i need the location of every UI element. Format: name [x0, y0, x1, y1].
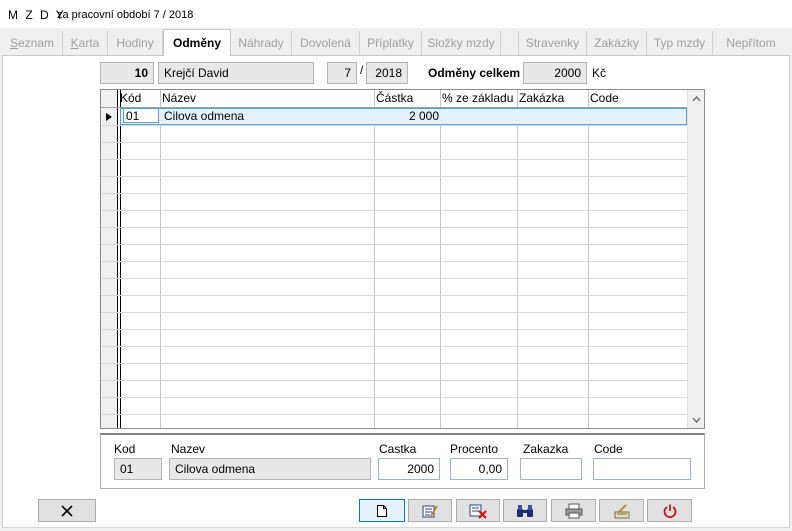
tab-karta-label: arta: [78, 36, 100, 50]
printer-icon: [565, 503, 582, 518]
edit-pen-icon: [614, 503, 629, 518]
grid-line: [101, 142, 687, 143]
search-button[interactable]: [503, 499, 547, 522]
cell-procento[interactable]: [442, 109, 446, 124]
grid-line: [517, 90, 518, 428]
cell-code[interactable]: [590, 109, 594, 124]
grid-line: [101, 380, 687, 381]
total-label: Odměny celkem: [428, 66, 521, 80]
grid-line: [101, 346, 687, 347]
detail-zakazka-label: Zakazka: [523, 442, 569, 456]
col-header-zakazka[interactable]: Zakázka: [517, 90, 564, 107]
cell-nazev[interactable]: Cilova odmena: [162, 109, 246, 124]
print-button[interactable]: [551, 499, 596, 522]
close-icon: [61, 504, 73, 517]
grid-line: [101, 159, 687, 160]
tab-nahrady[interactable]: Náhrady: [231, 31, 292, 55]
edit-list-icon: [422, 504, 438, 517]
currency-label: Kč: [592, 66, 607, 80]
cell-kod[interactable]: 01: [123, 108, 159, 123]
detail-kod-label: Kod: [114, 442, 136, 456]
title-bar: M Z D Y za pracovní období 7 / 2018: [0, 0, 792, 28]
tools-button[interactable]: [599, 499, 644, 522]
grid-line: [588, 90, 589, 428]
grid-line: [101, 176, 687, 177]
grid-line: [101, 312, 687, 313]
period-year-field: 2018: [366, 62, 408, 84]
cell-zakazka[interactable]: [519, 109, 523, 124]
power-icon: [663, 504, 676, 518]
tab-nepritom[interactable]: Nepřítom: [713, 31, 789, 55]
power-button[interactable]: [647, 499, 692, 522]
edit-record-button[interactable]: [408, 499, 452, 522]
close-button[interactable]: [38, 499, 96, 522]
grid-line: [101, 193, 687, 194]
grid-scrollbar[interactable]: [687, 90, 704, 428]
tab-dovolena[interactable]: Dovolená: [292, 31, 360, 55]
table-row[interactable]: 01 Cilova odmena 2 000: [120, 108, 687, 125]
tab-empty[interactable]: [501, 31, 519, 55]
new-record-button[interactable]: [359, 499, 405, 522]
grid-line: [101, 210, 687, 211]
detail-nazev-label: Nazev: [171, 442, 206, 456]
detail-castka-label: Castka: [379, 442, 417, 456]
grid-line: [101, 244, 687, 245]
detail-castka-input[interactable]: 2000: [378, 458, 440, 480]
grid-line: [440, 90, 441, 428]
current-row-pointer-icon: [106, 113, 112, 121]
delete-record-button[interactable]: [456, 499, 500, 522]
grid-line: [101, 125, 687, 126]
row-indicator-column: [101, 90, 118, 428]
tab-karta-accel: K: [70, 36, 79, 50]
tab-seznam-label: eznam: [17, 36, 55, 50]
detail-code-label: Code: [594, 442, 623, 456]
period-month-field: 7: [327, 62, 357, 84]
detail-procento-input[interactable]: 0,00: [450, 458, 508, 480]
grid-line: [374, 90, 375, 428]
scroll-down-icon[interactable]: [688, 411, 704, 428]
tab-hodiny[interactable]: Hodiny: [108, 31, 163, 55]
total-value-field: 2000: [523, 62, 587, 84]
col-header-nazev[interactable]: Název: [160, 90, 196, 107]
tab-slozky-mzdy[interactable]: Složky mzdy: [422, 31, 501, 55]
window-subtitle: za pracovní období 7 / 2018: [57, 9, 194, 21]
cell-castka[interactable]: 2 000: [375, 109, 441, 124]
binoculars-icon: [517, 504, 533, 517]
grid-line: [101, 363, 687, 364]
grid-line: [160, 90, 161, 428]
tab-bar: Seznam Karta Hodiny Odměny Náhrady Dovol…: [2, 29, 790, 57]
detail-kod-field: 01: [114, 458, 162, 480]
tab-zakazky[interactable]: Zakázky: [587, 31, 647, 55]
grid-line: [101, 397, 687, 398]
detail-code-input[interactable]: [593, 458, 691, 480]
scroll-up-icon[interactable]: [688, 90, 704, 107]
grid-line: [101, 261, 687, 262]
grid-line: [101, 329, 687, 330]
grid-line: [101, 414, 687, 415]
grid-line: [101, 278, 687, 279]
col-header-code[interactable]: Code: [588, 90, 619, 107]
tab-priplatky[interactable]: Příplatky: [360, 31, 422, 55]
tab-seznam[interactable]: Seznam: [2, 31, 63, 55]
period-separator: /: [360, 63, 364, 77]
detail-procento-label: Procento: [450, 442, 499, 456]
tab-seznam-accel: S: [9, 36, 18, 50]
grid-line: [120, 90, 121, 428]
detail-nazev-field: Cilova odmena: [169, 458, 371, 480]
col-header-kod[interactable]: Kód: [118, 90, 141, 107]
new-document-icon: [377, 504, 387, 517]
tab-stravenky[interactable]: Stravenky: [519, 31, 587, 55]
detail-zakazka-input[interactable]: [520, 458, 582, 480]
tab-odmeny[interactable]: Odměny: [163, 29, 231, 57]
col-header-procento[interactable]: % ze základu: [440, 90, 513, 107]
rewards-grid[interactable]: Kód Název Částka % ze základu Zakázka Co…: [100, 89, 705, 429]
tab-typ-mzdy[interactable]: Typ mzdy: [647, 31, 713, 55]
employee-name-field: Krejčí David: [158, 62, 314, 84]
grid-line: [101, 295, 687, 296]
delete-list-icon: [469, 504, 487, 519]
employee-number-field: 10: [100, 62, 154, 84]
grid-line: [101, 227, 687, 228]
col-header-castka[interactable]: Částka: [374, 90, 413, 107]
tab-karta[interactable]: Karta: [63, 31, 108, 55]
